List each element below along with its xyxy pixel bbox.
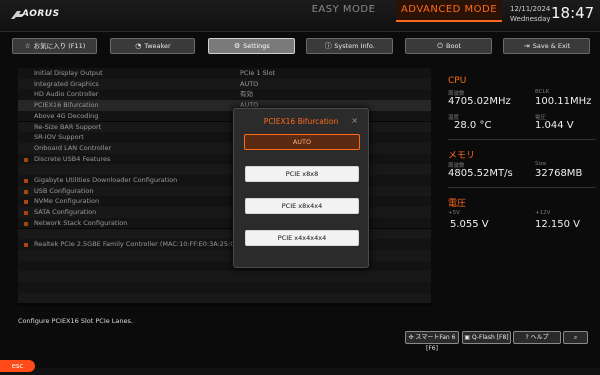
search-icon: ⌕: [573, 334, 578, 341]
memory-section-title: メモリ: [448, 151, 476, 161]
divider: [448, 187, 596, 188]
tab-label: Settings: [243, 42, 270, 50]
tab-label: System Info.: [334, 42, 375, 50]
v5-label: +5V: [448, 210, 460, 216]
memory-size-value: 32768MB: [535, 168, 583, 179]
bclk-label: BCLK: [535, 89, 550, 95]
easy-mode-button[interactable]: EASY MODE: [296, 0, 391, 20]
gear-icon: ⚙: [234, 42, 241, 50]
cpu-section-title: CPU: [448, 76, 467, 86]
tab-label: お気に入り (F11): [33, 42, 86, 50]
bottom-strip: [0, 368, 600, 375]
option-auto[interactable]: AUTO: [244, 134, 360, 150]
divider: [448, 139, 596, 140]
v12-value: 12.150 V: [535, 219, 581, 230]
power-icon: ⏻: [437, 42, 443, 50]
tab-favorites[interactable]: ☆ お気に入り (F11): [12, 38, 97, 54]
search-button[interactable]: ⌕: [563, 331, 588, 344]
q-flash-button[interactable]: ▣ Q-Flash [F8]: [462, 331, 511, 344]
fan-icon: ✣: [408, 334, 414, 341]
smart-fan-button[interactable]: ✣ スマートFan 6 [F6]: [405, 331, 459, 352]
help-description: Configure PCIEX16 Slot PCIe Lanes.: [18, 317, 133, 325]
esc-button[interactable]: esc: [0, 360, 35, 372]
help-icon: ?: [525, 334, 529, 341]
gauge-icon: ◔: [135, 42, 142, 50]
date-text: 12/11/2024: [510, 5, 551, 13]
modal-backdrop: [18, 68, 431, 306]
tab-label: Tweaker: [144, 42, 171, 50]
memory-frequency-value: 4805.52MT/s: [448, 168, 513, 179]
v5-value: 5.055 V: [450, 219, 489, 230]
top-bar: AORUS EASY MODE ADVANCED MODE 12/11/2024…: [0, 0, 600, 32]
tab-settings[interactable]: ⚙ Settings: [208, 38, 295, 54]
tab-label: Save & Exit: [532, 42, 571, 50]
advanced-mode-button[interactable]: ADVANCED MODE: [396, 0, 502, 22]
bclk-value: 100.11MHz: [535, 96, 592, 107]
tab-tweaker[interactable]: ◔ Tweaker: [110, 38, 195, 54]
brand-logo-text: AORUS: [22, 9, 60, 19]
bifurcation-dialog: PCIEX16 Bifurcation × AUTO PCIE x8x8 PCI…: [233, 108, 369, 268]
info-icon: ⓘ: [324, 42, 332, 50]
cpu-temp-value: 28.0 °C: [454, 120, 492, 131]
tab-boot[interactable]: ⏻ Boot: [405, 38, 492, 54]
option-x4x4x4x4[interactable]: PCIE x4x4x4x4: [245, 230, 359, 246]
button-label: Q-Flash [F8]: [471, 334, 509, 341]
tab-save-exit[interactable]: ⇥ Save & Exit: [503, 38, 590, 54]
tab-system-info[interactable]: ⓘ System Info.: [306, 38, 393, 54]
memory-size-label: Size: [535, 161, 547, 167]
v12-label: +12V: [535, 210, 551, 216]
option-x8x8[interactable]: PCIE x8x8: [245, 166, 359, 182]
option-x8x4x4[interactable]: PCIE x8x4x4: [245, 198, 359, 214]
clock: 18:47: [551, 4, 595, 22]
exit-icon: ⇥: [523, 42, 530, 50]
button-label: ヘルプ: [530, 334, 549, 341]
date-display: 12/11/2024 Wednesday: [510, 4, 551, 24]
dialog-title: PCIEX16 Bifurcation: [263, 117, 339, 126]
close-icon[interactable]: ×: [351, 116, 358, 125]
main-tabs: ☆ お気に入り (F11) ◔ Tweaker ⚙ Settings ⓘ System …: [0, 38, 600, 56]
weekday-text: Wednesday: [510, 15, 551, 23]
cpu-frequency-value: 4705.02MHz: [448, 96, 511, 107]
voltage-section-title: 電圧: [448, 199, 467, 209]
star-icon: ☆: [24, 42, 31, 50]
tab-label: Boot: [446, 42, 461, 50]
button-label: スマートFan 6 [F6]: [415, 334, 456, 352]
cpu-voltage-value: 1.044 V: [535, 120, 574, 131]
flash-icon: ▣: [464, 334, 471, 341]
help-button[interactable]: ? ヘルプ: [513, 331, 561, 344]
